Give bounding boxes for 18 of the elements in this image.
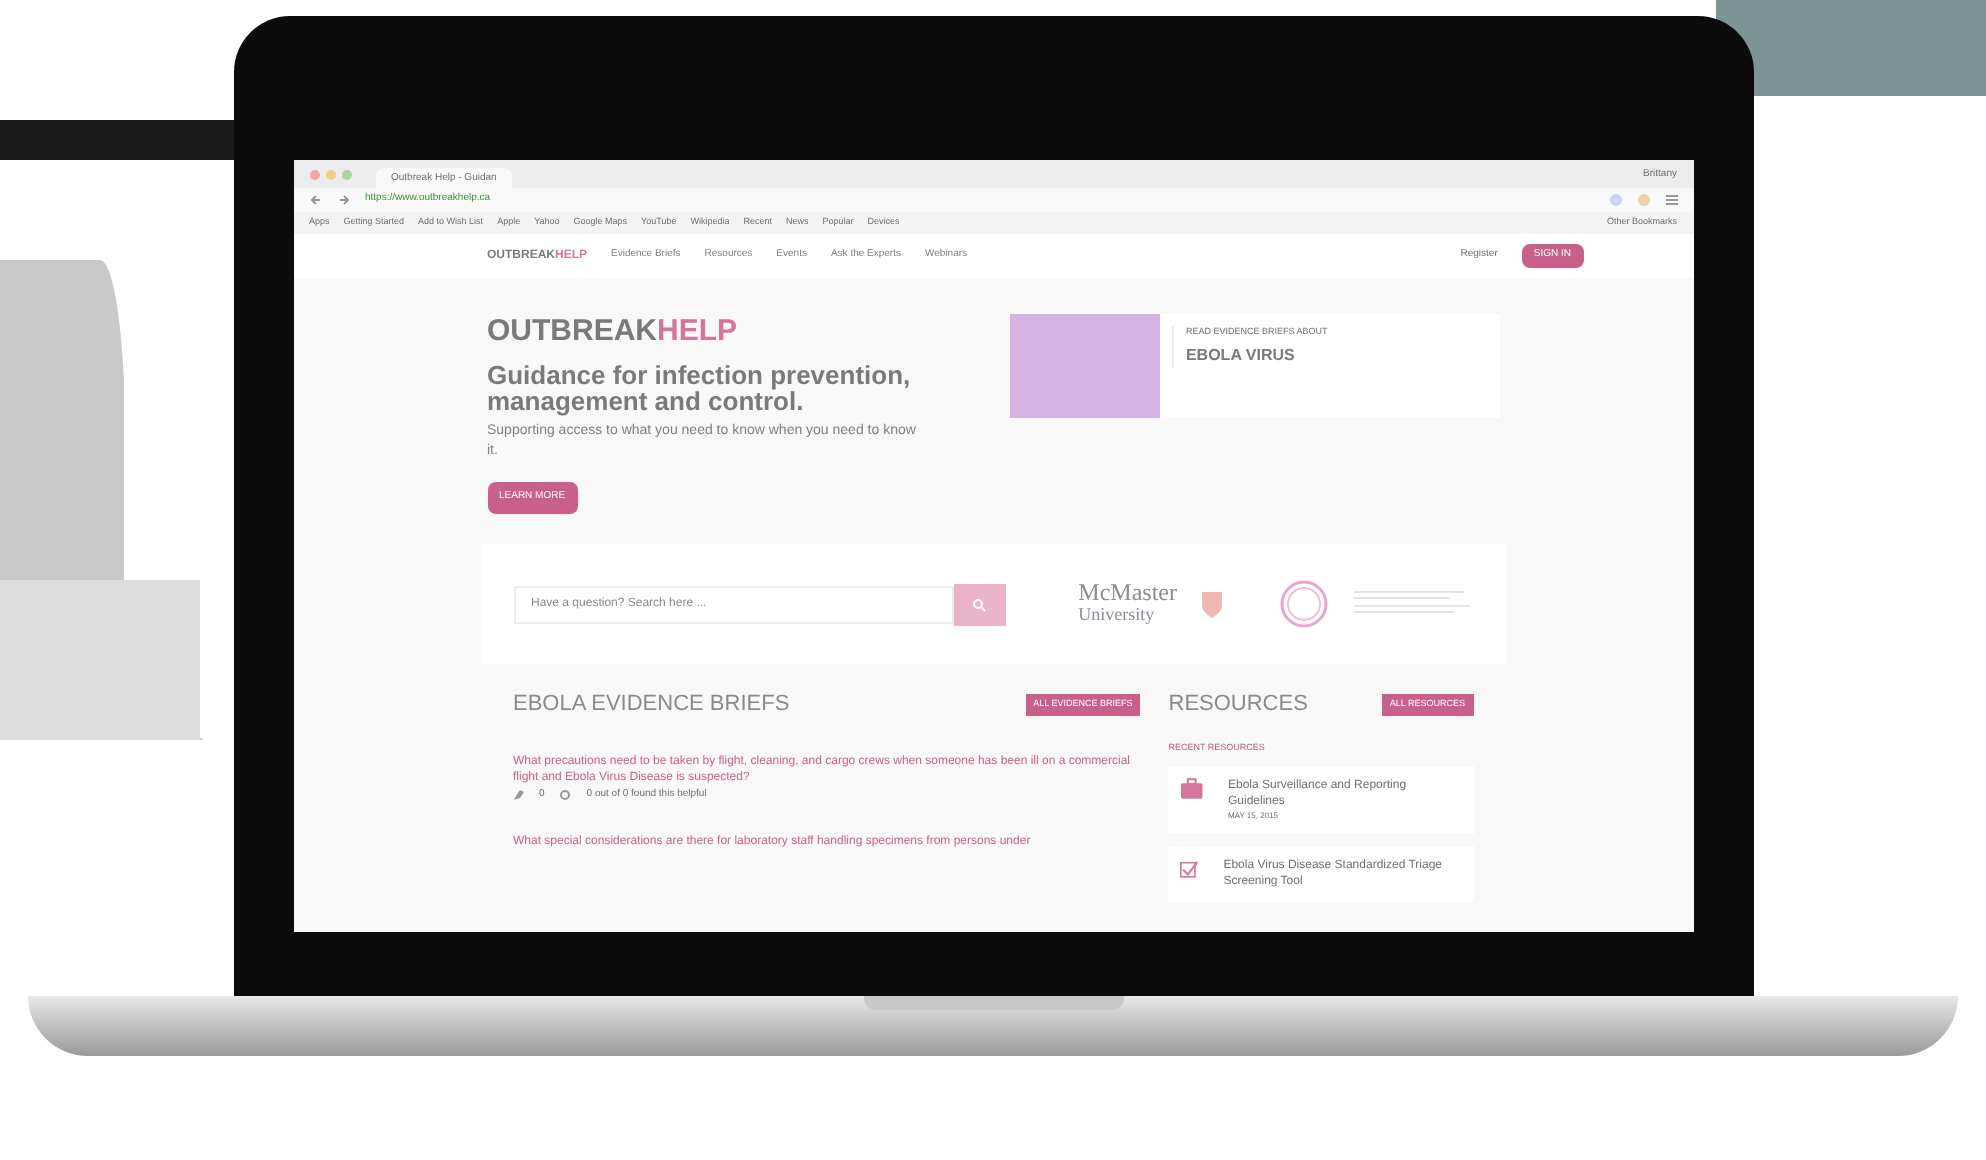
site-logo[interactable]: OUTBREAKHELP bbox=[487, 314, 738, 350]
pencil-icon bbox=[513, 789, 523, 800]
search-icon bbox=[972, 597, 986, 611]
search-button[interactable] bbox=[953, 583, 1005, 625]
section-title: RESOURCES bbox=[1168, 690, 1308, 720]
forward-icon[interactable] bbox=[337, 194, 349, 206]
section-title: EBOLA EVIDENCE BRIEFS bbox=[513, 690, 790, 720]
hero-heading: Guidance for infection prevention, management and control. bbox=[487, 362, 913, 414]
crest-icon bbox=[1201, 591, 1221, 617]
briefcase-icon bbox=[1180, 778, 1204, 801]
card-title[interactable]: EBOLA VIRUS bbox=[1185, 343, 1328, 368]
checkbox-icon bbox=[1180, 858, 1200, 881]
extension-icon[interactable] bbox=[1637, 194, 1649, 206]
university-wordmark: McMaster University bbox=[1078, 582, 1177, 626]
extension-icon[interactable] bbox=[1609, 194, 1621, 206]
menu-icon[interactable] bbox=[1665, 194, 1677, 206]
back-icon[interactable] bbox=[309, 194, 321, 206]
circle-logo-icon bbox=[1277, 578, 1329, 630]
